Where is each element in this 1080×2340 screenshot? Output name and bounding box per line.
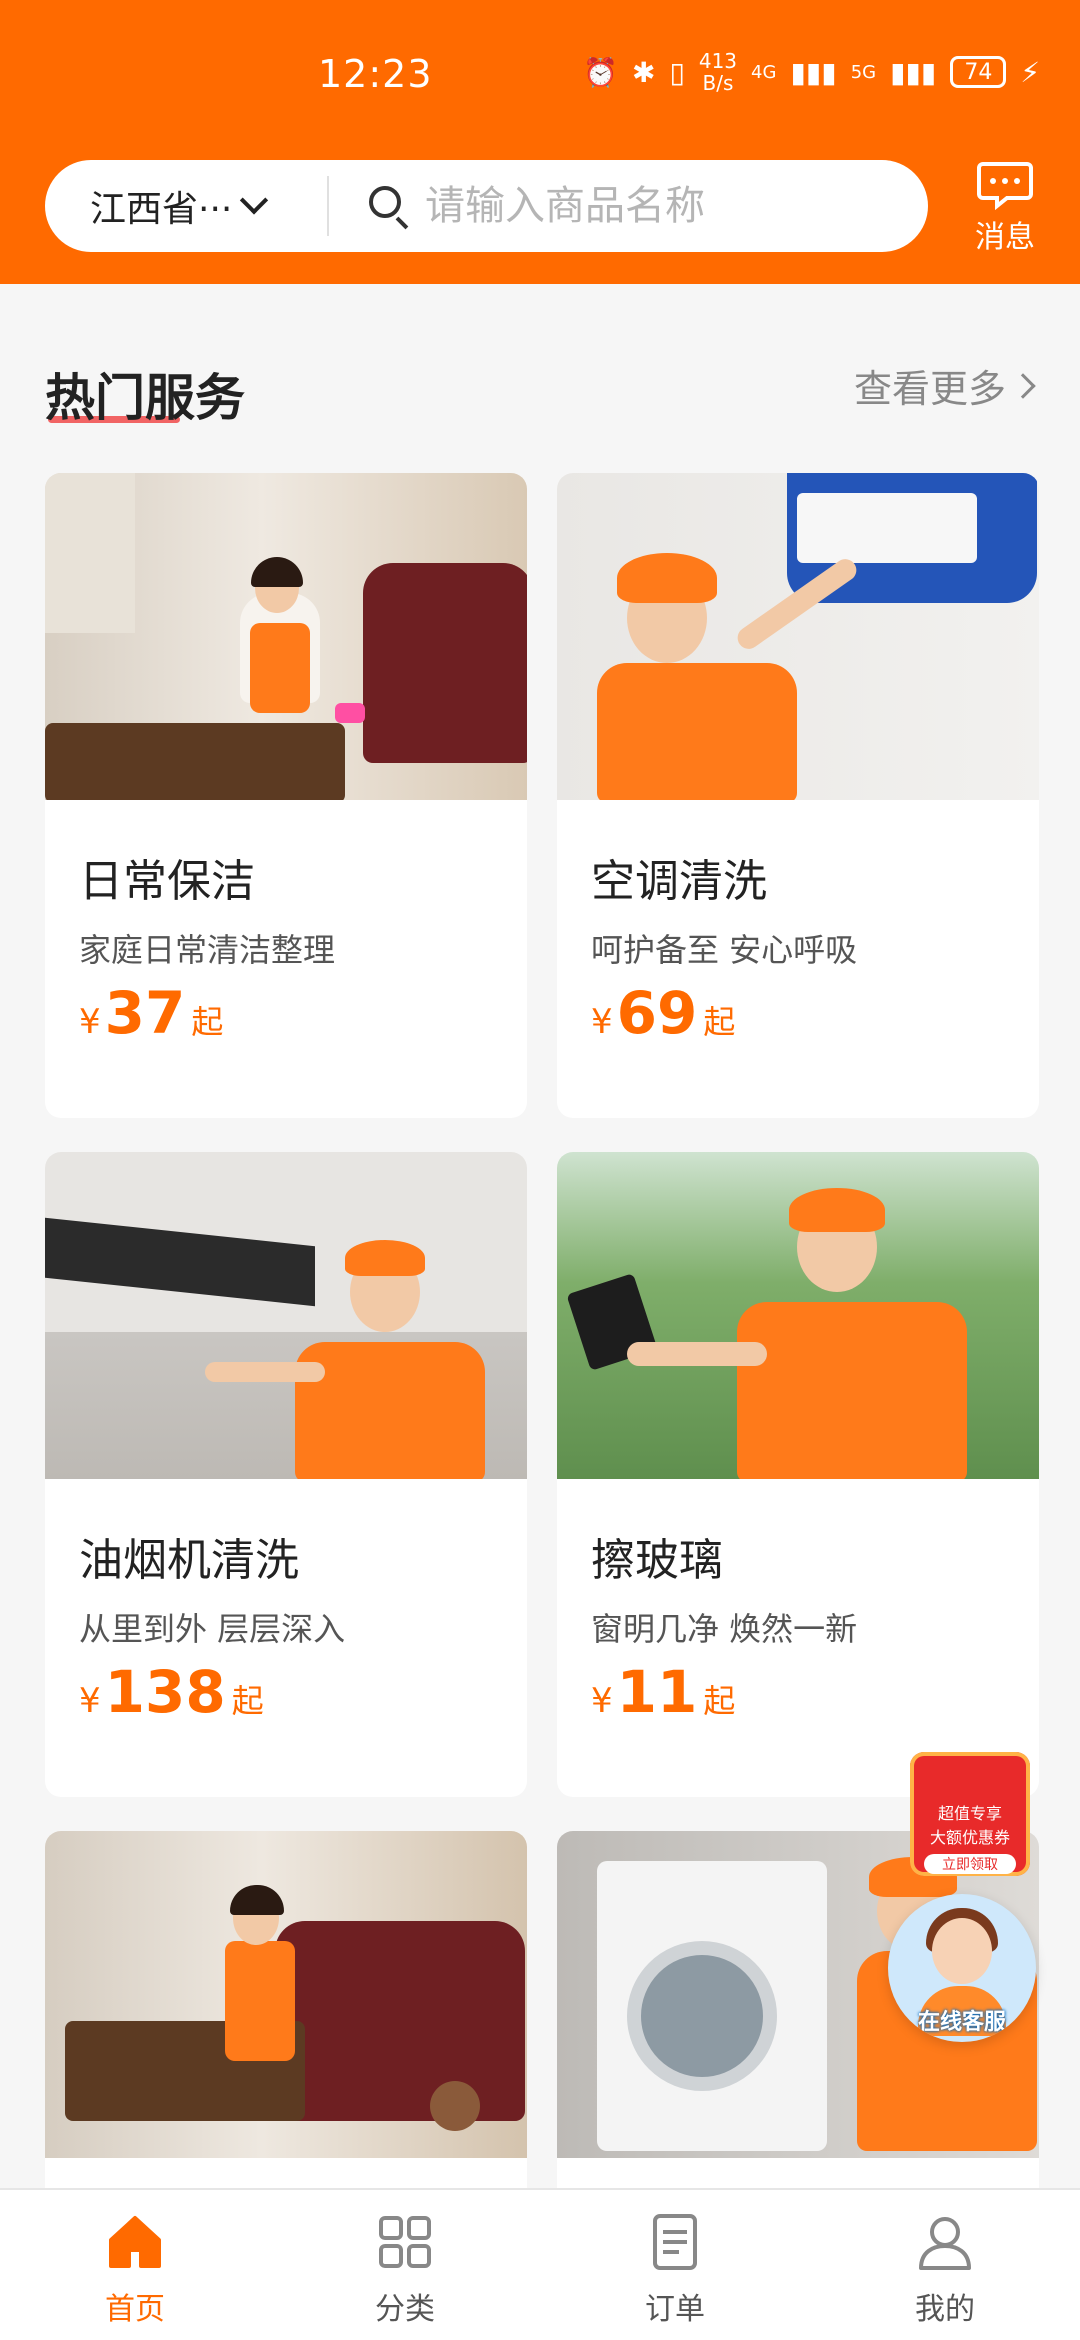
messages-button[interactable]: 消息 <box>960 160 1050 255</box>
region-label: 江西省··· <box>90 189 233 230</box>
grid-icon <box>379 2216 431 2268</box>
status-bar: 12:23 ⏰ ✱ ▯ 413 B/s 4G ▮▮▮ 5G ▮▮▮ 74 ⚡ <box>0 0 1080 150</box>
service-desc: 家庭日常清洁整理 <box>79 931 336 969</box>
chevron-right-icon <box>1010 372 1036 399</box>
app-header: 12:23 ⏰ ✱ ▯ 413 B/s 4G ▮▮▮ 5G ▮▮▮ 74 ⚡ 江… <box>0 0 1080 284</box>
tab-home[interactable]: 首页 <box>0 2190 270 2340</box>
tab-label: 分类 <box>375 2292 435 2327</box>
service-title: 油烟机清洗 <box>79 1535 299 1586</box>
vibrate-icon: ▯ <box>669 55 685 89</box>
service-image <box>557 1152 1039 1479</box>
service-title: 空调清洗 <box>591 856 767 907</box>
battery-icon: 74 <box>950 56 1007 88</box>
chevron-down-icon <box>240 186 269 215</box>
tab-label: 我的 <box>915 2292 975 2327</box>
service-desc: 从里到外 层层深入 <box>79 1610 346 1648</box>
service-image <box>45 473 527 800</box>
search-input[interactable] <box>425 183 925 229</box>
document-icon <box>653 2214 697 2270</box>
service-card[interactable]: 日常保洁 家庭日常清洁整理 ¥ 37 起 <box>45 473 527 1118</box>
coupon-claim-button: 立即领取 <box>924 1854 1016 1874</box>
online-service-button[interactable]: 在线客服 <box>888 1894 1036 2042</box>
service-image <box>45 1831 527 2158</box>
service-price: ¥ 138 起 <box>79 1658 264 1726</box>
service-image <box>557 473 1039 800</box>
view-more-link[interactable]: 查看更多 <box>853 358 1036 413</box>
tab-label: 订单 <box>645 2292 705 2327</box>
alarm-icon: ⏰ <box>583 55 618 89</box>
service-card[interactable]: 擦玻璃 窗明几净 焕然一新 ¥ 11 起 <box>557 1152 1039 1797</box>
user-icon <box>919 2217 971 2270</box>
online-service-label: 在线客服 <box>917 2010 1006 2035</box>
signal-icon: ▮▮▮ <box>890 55 937 89</box>
service-card[interactable]: 油烟机清洗 从里到外 层层深入 ¥ 138 起 <box>45 1152 527 1797</box>
service-desc: 窗明几净 焕然一新 <box>591 1610 858 1648</box>
tab-category[interactable]: 分类 <box>270 2190 540 2340</box>
message-icon <box>977 162 1033 210</box>
divider <box>327 176 329 236</box>
region-selector[interactable]: 江西省··· <box>45 160 327 252</box>
network-5g-label: 5G <box>850 61 877 83</box>
tab-profile[interactable]: 我的 <box>810 2190 1080 2340</box>
charging-icon: ⚡ <box>1020 55 1040 89</box>
network-4g-label: 4G <box>751 61 777 83</box>
section-title: 热门服务 <box>45 369 245 427</box>
service-price: ¥ 37 起 <box>79 979 224 1047</box>
search-row: 江西省··· 消息 <box>0 160 1080 255</box>
messages-label: 消息 <box>975 220 1035 255</box>
service-title: 日常保洁 <box>79 856 255 907</box>
bluetooth-icon: ✱ <box>631 55 656 89</box>
status-time: 12:23 <box>318 52 433 96</box>
status-icons: ⏰ ✱ ▯ 413 B/s 4G ▮▮▮ 5G ▮▮▮ 74 ⚡ <box>583 50 1040 94</box>
search-icon <box>367 184 411 230</box>
coupon-badge[interactable]: 超值专享 大额优惠券 立即领取 <box>910 1752 1030 1876</box>
tab-orders[interactable]: 订单 <box>540 2190 810 2340</box>
service-title: 擦玻璃 <box>591 1535 723 1586</box>
service-card[interactable]: 空调清洗 呵护备至 安心呼吸 ¥ 69 起 <box>557 473 1039 1118</box>
service-price: ¥ 11 起 <box>591 1658 736 1726</box>
net-speed: 413 B/s <box>698 49 738 95</box>
service-card[interactable] <box>45 1831 527 2231</box>
service-desc: 呵护备至 安心呼吸 <box>591 931 858 969</box>
search-bar: 江西省··· <box>45 160 928 252</box>
signal-icon: ▮▮▮ <box>790 55 837 89</box>
view-more-label: 查看更多 <box>853 367 1006 411</box>
home-icon <box>109 2216 161 2268</box>
service-image <box>45 1152 527 1479</box>
coupon-line1: 超值专享 <box>937 1804 1002 1823</box>
bottom-tab-bar: 首页 分类 订单 我的 <box>0 2188 1080 2340</box>
tab-label: 首页 <box>105 2292 165 2327</box>
service-price: ¥ 69 起 <box>591 979 736 1047</box>
coupon-line2: 大额优惠券 <box>929 1828 1010 1847</box>
